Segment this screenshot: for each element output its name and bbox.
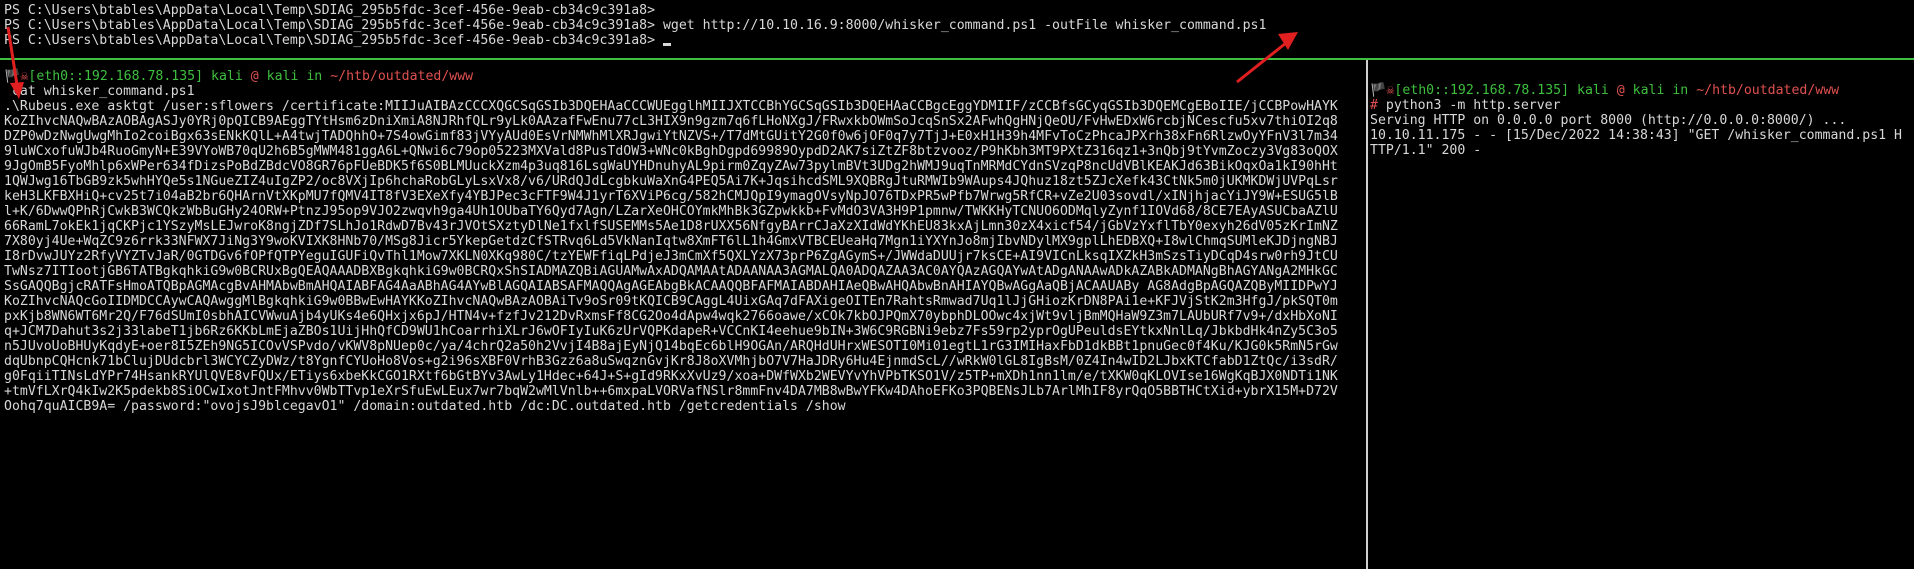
prompt-user: kali <box>211 69 243 84</box>
ps-prompt-current: PS C:\Users\btables\AppData\Local\Temp\S… <box>4 33 663 48</box>
prompt-at: @ <box>250 69 259 84</box>
right-command: python3 -m http.server <box>1377 98 1561 113</box>
ps-line-1: PS C:\Users\btables\AppData\Local\Temp\S… <box>4 3 656 18</box>
root-hash: # <box>1370 98 1378 113</box>
left-command-line: cat whisker_command.ps1 <box>4 84 195 99</box>
text-cursor <box>662 43 671 46</box>
right-prompt-line: 🏴☠[eth0::192.168.78.135] kali @ kali in … <box>1370 83 1914 98</box>
ps-line-3: PS C:\Users\btables\AppData\Local\Temp\S… <box>4 33 1914 48</box>
right-command-line: # python3 -m http.server <box>1370 98 1914 113</box>
left-prompt-line: 🏴☠[eth0::192.168.78.135] kali @ kali in … <box>4 69 1366 84</box>
prompt-at: @ <box>1616 83 1625 98</box>
prompt-path: ~/htb/outdated/www <box>1696 83 1840 98</box>
left-command-output: .\Rubeus.exe asktgt /user:sflowers /cert… <box>4 99 1338 414</box>
prompt-user: kali <box>1577 83 1609 98</box>
prompt-in: in <box>306 69 323 84</box>
flag-icon: 🏴 <box>1370 83 1387 98</box>
right-terminal-pane[interactable]: 🏴☠[eth0::192.168.78.135] kali @ kali in … <box>1368 60 1914 569</box>
annotation-arrow-left <box>6 26 24 99</box>
left-terminal-pane[interactable]: 🏴☠[eth0::192.168.78.135] kali @ kali in … <box>0 60 1366 569</box>
prompt-host: kali <box>266 69 299 84</box>
ps-line-2: PS C:\Users\btables\AppData\Local\Temp\S… <box>4 18 1267 33</box>
right-command-output: Serving HTTP on 0.0.0.0 port 8000 (http:… <box>1370 113 1902 158</box>
prompt-in: in <box>1672 83 1689 98</box>
prompt-path: ~/htb/outdated/www <box>330 69 474 84</box>
prompt-iface: [eth0::192.168.78.135] <box>28 69 204 84</box>
prompt-iface: [eth0::192.168.78.135] <box>1394 83 1570 98</box>
powershell-pane[interactable]: PS C:\Users\btables\AppData\Local\Temp\S… <box>0 0 1914 58</box>
prompt-host: kali <box>1632 83 1665 98</box>
annotation-arrow-right <box>1236 32 1298 84</box>
